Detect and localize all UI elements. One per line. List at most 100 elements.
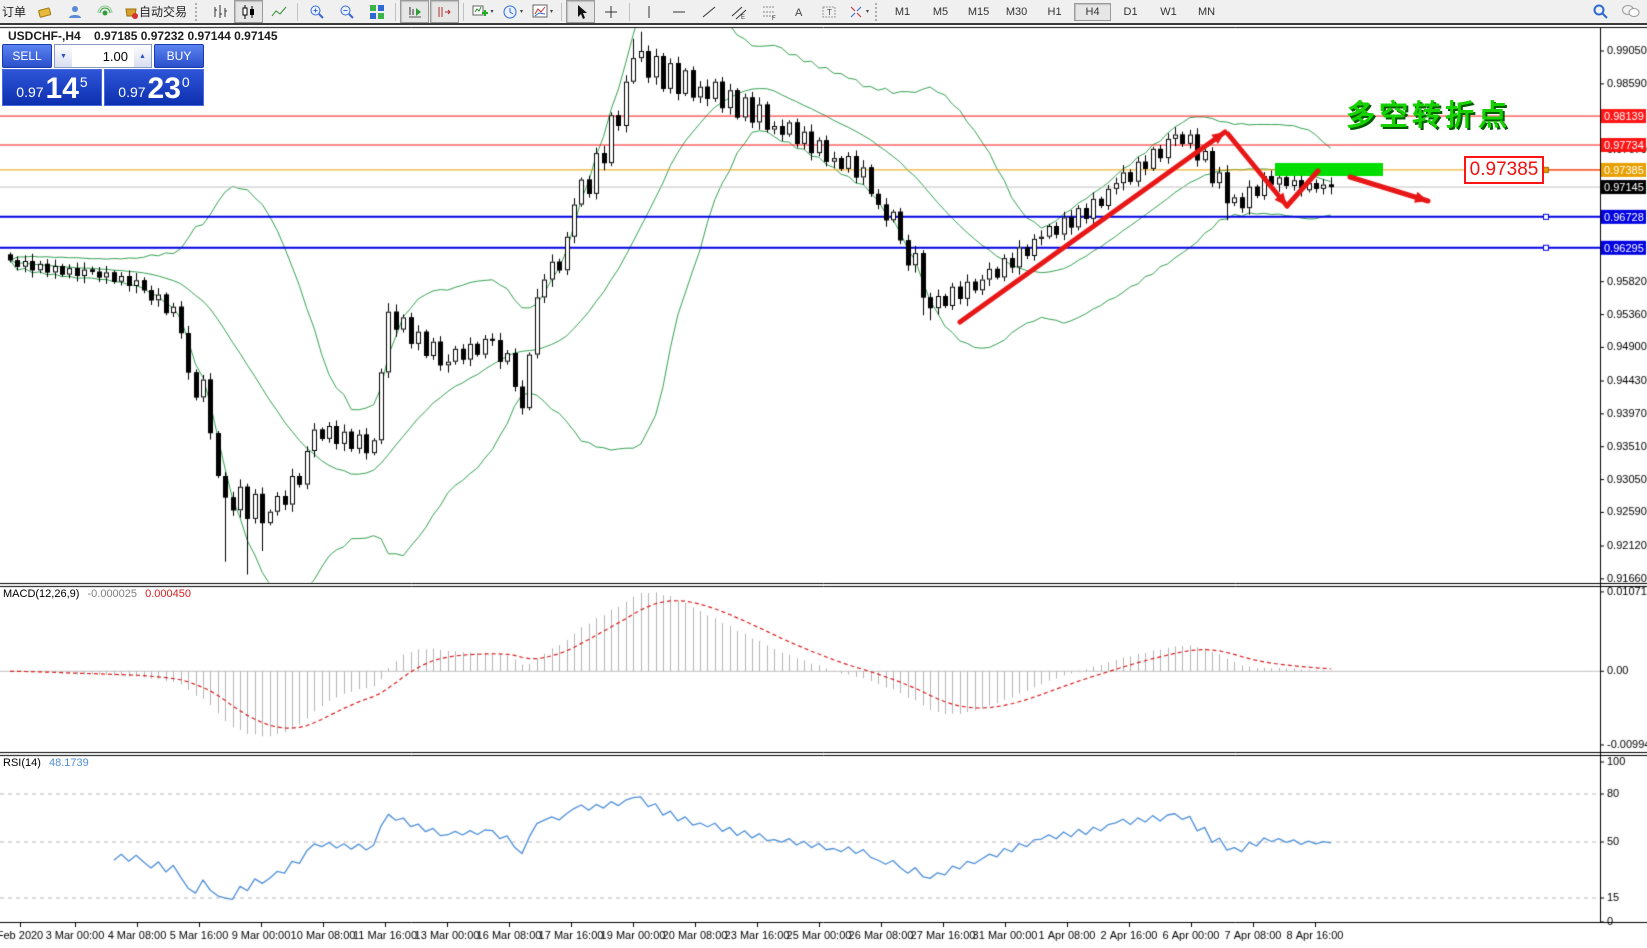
timeframe-d1[interactable]: D1: [1112, 3, 1149, 21]
auto-scroll-icon: [407, 4, 423, 20]
svg-text:F: F: [772, 16, 776, 20]
timeframe-m1[interactable]: M1: [884, 3, 921, 21]
trendline-icon: [701, 4, 717, 20]
timeframe-w1[interactable]: W1: [1150, 3, 1187, 21]
sell-price-sup: 5: [80, 74, 88, 90]
chevron-down-icon: ▾: [866, 8, 869, 15]
text-button[interactable]: A: [784, 0, 813, 23]
one-click-trading-panel: SELL ▼ ▲ BUY 0.97 14 5 0.97 23 0: [2, 44, 204, 106]
macd-name: MACD(12,26,9): [3, 588, 79, 600]
new-chart-icon: [472, 4, 489, 20]
auto-trading-icon: [123, 4, 139, 20]
svg-text:T: T: [827, 8, 832, 17]
zoom-in-icon: [309, 4, 325, 20]
sell-price-big: 14: [46, 74, 79, 104]
crosshair-icon: [603, 4, 619, 20]
signals-button[interactable]: [90, 0, 119, 23]
fibonacci-icon: F: [761, 4, 777, 20]
ohlc-bars-icon: [211, 4, 227, 20]
ohlc-values: 0.97185 0.97232 0.97144 0.97145: [94, 29, 278, 43]
rsi-indicator-label: RSI(14) 48.1739: [3, 757, 89, 769]
sell-button[interactable]: SELL: [2, 44, 52, 68]
text-label-button[interactable]: T: [814, 0, 843, 23]
new-order-button[interactable]: 订单: [2, 3, 26, 20]
buy-price-sup: 0: [182, 74, 190, 90]
price-chart-canvas[interactable]: [0, 0, 1647, 948]
turning-point-annotation[interactable]: 多空转折点: [1346, 92, 1511, 134]
buy-button[interactable]: BUY: [154, 44, 204, 68]
cursor-arrow-icon: [573, 4, 589, 20]
search-button[interactable]: [1586, 0, 1615, 23]
radar-icon: [97, 4, 113, 20]
vertical-line-button[interactable]: [634, 0, 663, 23]
timeframe-m30[interactable]: M30: [998, 3, 1035, 21]
svg-text:A: A: [795, 7, 803, 19]
line-chart-icon: [271, 4, 287, 20]
trendline-button[interactable]: [694, 0, 723, 23]
horizontal-line-button[interactable]: [664, 0, 693, 23]
rsi-value: 48.1739: [49, 757, 89, 769]
clock-icon: [502, 4, 518, 20]
volume-decrease-button[interactable]: ▼: [55, 45, 72, 67]
tile-windows-icon: [369, 4, 385, 20]
arrows-button[interactable]: ▾: [844, 0, 873, 23]
chart-shift-icon: [437, 4, 453, 20]
sell-price-prefix: 0.97: [16, 84, 43, 100]
main-toolbar: 订单 自动交易 ▾ ▾ ▾ E F A T: [0, 0, 1647, 25]
toolbar-grip[interactable]: [195, 3, 200, 21]
auto-scroll-button[interactable]: [400, 0, 429, 23]
toolbar-separator: [463, 3, 464, 21]
toolbar-grip[interactable]: [875, 3, 880, 21]
fibonacci-button[interactable]: F: [754, 0, 783, 23]
terminal-window: 订单 自动交易 ▾ ▾ ▾ E F A T: [0, 0, 1647, 948]
svg-text:E: E: [741, 15, 745, 20]
bar-chart-button[interactable]: [204, 0, 233, 23]
rsi-name: RSI(14): [3, 757, 41, 769]
new-chart-button[interactable]: ▾: [468, 0, 497, 23]
zoom-out-button[interactable]: [332, 0, 361, 23]
text-a-icon: A: [791, 4, 807, 20]
macd-main-value: -0.000025: [87, 588, 137, 600]
line-chart-button[interactable]: [264, 0, 293, 23]
sell-price-display[interactable]: 0.97 14 5: [2, 69, 102, 106]
auto-trading-button[interactable]: 自动交易: [120, 0, 193, 23]
timeframe-mn[interactable]: MN: [1188, 3, 1225, 21]
chevron-down-icon: ▾: [491, 8, 494, 15]
timeframe-h1[interactable]: H1: [1036, 3, 1073, 21]
chevron-down-icon: ▾: [520, 8, 523, 15]
symbol-period-title: USDCHF-,H4: [8, 29, 81, 43]
equidistant-channel-icon: E: [731, 4, 747, 20]
zoom-in-button[interactable]: [302, 0, 331, 23]
toolbar-separator: [297, 3, 298, 21]
indicators-icon: [532, 4, 548, 20]
horizontal-line-icon: [671, 4, 687, 20]
market-watch-button[interactable]: [60, 0, 89, 23]
auto-trading-label: 自动交易: [139, 3, 187, 20]
trade-panel-prices: 0.97 14 5 0.97 23 0: [2, 69, 204, 106]
volume-increase-button[interactable]: ▲: [134, 45, 151, 67]
text-label-icon: T: [821, 4, 837, 20]
tile-windows-button[interactable]: [362, 0, 391, 23]
macd-indicator-label: MACD(12,26,9) -0.000025 0.000450: [3, 588, 191, 600]
charts-button[interactable]: [30, 0, 59, 23]
crosshair-button[interactable]: [596, 0, 625, 23]
chart-shift-button[interactable]: [430, 0, 459, 23]
community-button[interactable]: [1616, 0, 1645, 23]
volume-stepper: ▼ ▲: [54, 44, 152, 68]
chat-bubbles-icon: [1621, 3, 1641, 20]
cursor-button[interactable]: [566, 0, 595, 23]
candlestick-chart-button[interactable]: [234, 0, 263, 23]
trade-panel-controls: SELL ▼ ▲ BUY: [2, 44, 204, 68]
timeframe-m5[interactable]: M5: [922, 3, 959, 21]
chevron-down-icon: ▾: [550, 8, 553, 15]
price-level-box[interactable]: 0.97385: [1464, 156, 1544, 184]
volume-input[interactable]: [72, 45, 134, 67]
indicators-button[interactable]: ▾: [528, 0, 557, 23]
timeframe-h4[interactable]: H4: [1074, 3, 1111, 21]
timeframe-m15[interactable]: M15: [960, 3, 997, 21]
chart-header: USDCHF-,H4 0.97185 0.97232 0.97144 0.971…: [8, 29, 278, 43]
buy-price-display[interactable]: 0.97 23 0: [104, 69, 204, 106]
channel-button[interactable]: E: [724, 0, 753, 23]
toolbar-separator: [561, 3, 562, 21]
profiles-button[interactable]: ▾: [498, 0, 527, 23]
